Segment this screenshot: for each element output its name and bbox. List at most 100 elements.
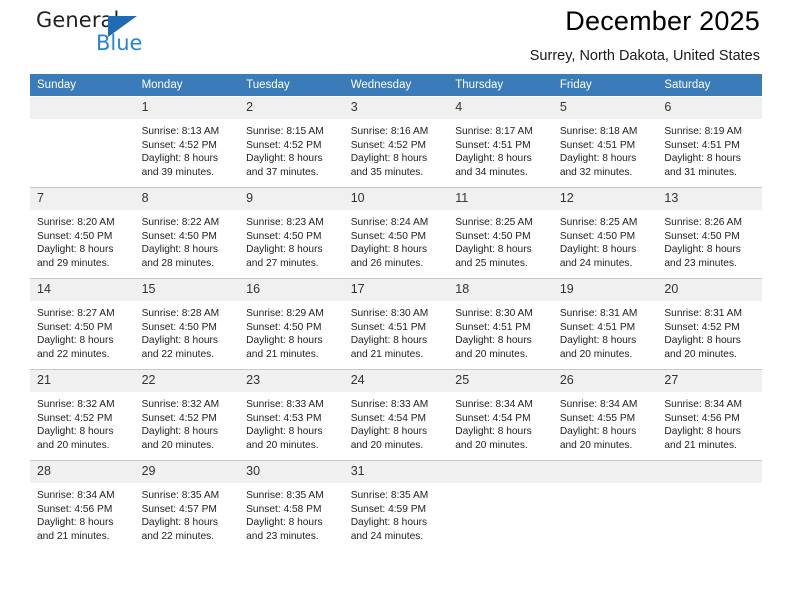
calendar-day-cell-inner: 8 Sunrise: 8:22 AM Sunset: 4:50 PM Daylight… [134, 188, 240, 278]
calendar-day-cell[interactable]: 26 Sunrise: 8:34 AM Sunset: 4:55 PM Dayligh… [552, 369, 658, 461]
calendar-day-cell[interactable]: 4 Sunrise: 8:17 AM Sunset: 4:51 PM Daylight… [448, 96, 553, 188]
page-subtitle: Surrey, North Dakota, United States [529, 48, 760, 64]
sunrise-text: Sunrise: 8:18 AM [559, 126, 638, 137]
calendar-day-cell[interactable]: 1 Sunrise: 8:13 AM Sunset: 4:52 PM Daylight… [134, 96, 240, 188]
calendar-day-cell-inner [657, 461, 762, 551]
calendar-day-cell-inner: 31 Sunrise: 8:35 AM Sunset: 4:59 PM Dayligh… [343, 461, 449, 551]
calendar-day-cell-inner: 14 Sunrise: 8:27 AM Sunset: 4:50 PM Dayligh… [30, 279, 135, 369]
calendar-day-cell[interactable]: 20 Sunrise: 8:31 AM Sunset: 4:52 PM Dayligh… [657, 278, 762, 370]
calendar-week-row: 28 Sunrise: 8:34 AM Sunset: 4:56 PM Dayligh… [30, 460, 762, 551]
daylight-text-line2: and 20 minutes. [141, 439, 215, 451]
daylight-text-line1: Daylight: 8 hours [141, 153, 219, 165]
calendar-day-cell[interactable]: 13 Sunrise: 8:26 AM Sunset: 4:50 PM Dayligh… [657, 187, 762, 279]
calendar-day-cell-inner: 27 Sunrise: 8:34 AM Sunset: 4:56 PM Dayligh… [657, 370, 762, 460]
calendar-day-details: Sunrise: 8:23 AM Sunset: 4:50 PM Daylight:… [239, 210, 344, 270]
calendar-day-cell-inner: 11 Sunrise: 8:25 AM Sunset: 4:50 PM Dayligh… [448, 188, 553, 278]
sunrise-text: Sunrise: 8:13 AM [141, 126, 220, 137]
sunrise-text: Sunrise: 8:19 AM [664, 126, 742, 137]
sunset-text: Sunset: 4:54 PM [350, 412, 427, 424]
calendar-body: 1 Sunrise: 8:13 AM Sunset: 4:52 PM Daylight… [30, 96, 762, 551]
calendar-day-number [30, 97, 135, 119]
calendar-day-cell[interactable]: 17 Sunrise: 8:30 AM Sunset: 4:51 PM Dayligh… [343, 278, 449, 370]
calendar-day-cell[interactable]: 18 Sunrise: 8:30 AM Sunset: 4:51 PM Dayligh… [448, 278, 553, 370]
calendar-day-cell[interactable]: 28 Sunrise: 8:34 AM Sunset: 4:56 PM Dayligh… [30, 460, 135, 551]
calendar-day-cell[interactable]: 14 Sunrise: 8:27 AM Sunset: 4:50 PM Dayligh… [30, 278, 135, 370]
calendar-day-cell[interactable]: 15 Sunrise: 8:28 AM Sunset: 4:50 PM Dayligh… [134, 278, 240, 370]
calendar-day-cell-inner: 18 Sunrise: 8:30 AM Sunset: 4:51 PM Dayligh… [448, 279, 553, 369]
sunset-text: Sunset: 4:50 PM [246, 230, 322, 242]
calendar-day-details: Sunrise: 8:13 AM Sunset: 4:52 PM Daylight:… [135, 119, 240, 179]
calendar-day-cell-inner: 5 Sunrise: 8:18 AM Sunset: 4:51 PM Daylight… [552, 97, 658, 187]
sunset-text: Sunset: 4:58 PM [246, 503, 322, 515]
calendar-day-number: 9 [239, 188, 344, 210]
calendar-day-cell[interactable]: 6 Sunrise: 8:19 AM Sunset: 4:51 PM Daylight… [657, 96, 762, 188]
calendar-day-cell-inner: 3 Sunrise: 8:16 AM Sunset: 4:52 PM Daylight… [343, 97, 449, 187]
sunset-text: Sunset: 4:50 PM [455, 230, 531, 242]
calendar-day-details: Sunrise: 8:24 AM Sunset: 4:50 PM Daylight:… [344, 210, 449, 270]
calendar-day-cell[interactable]: 8 Sunrise: 8:22 AM Sunset: 4:50 PM Daylight… [134, 187, 240, 279]
calendar-day-cell[interactable]: 29 Sunrise: 8:35 AM Sunset: 4:57 PM Dayligh… [134, 460, 240, 551]
sunrise-text: Sunrise: 8:20 AM [37, 217, 115, 228]
calendar-day-cell[interactable]: 22 Sunrise: 8:32 AM Sunset: 4:52 PM Dayligh… [134, 369, 240, 461]
sunrise-text: Sunrise: 8:35 AM [141, 490, 220, 501]
calendar-day-cell-inner [448, 461, 553, 551]
calendar-day-cell[interactable]: 21 Sunrise: 8:32 AM Sunset: 4:52 PM Dayligh… [30, 369, 135, 461]
calendar-day-cell[interactable]: 24 Sunrise: 8:33 AM Sunset: 4:54 PM Dayligh… [343, 369, 449, 461]
sunset-text: Sunset: 4:53 PM [246, 412, 322, 424]
calendar-day-cell[interactable]: 30 Sunrise: 8:35 AM Sunset: 4:58 PM Dayligh… [239, 460, 344, 551]
sunrise-text: Sunrise: 8:25 AM [559, 217, 638, 228]
calendar-day-cell[interactable]: 9 Sunrise: 8:23 AM Sunset: 4:50 PM Daylight… [239, 187, 344, 279]
sunset-text: Sunset: 4:52 PM [664, 321, 740, 333]
calendar-day-cell[interactable]: 3 Sunrise: 8:16 AM Sunset: 4:52 PM Daylight… [343, 96, 449, 188]
calendar-day-details: Sunrise: 8:25 AM Sunset: 4:50 PM Daylight:… [553, 210, 658, 270]
calendar-day-cell[interactable]: 5 Sunrise: 8:18 AM Sunset: 4:51 PM Daylight… [552, 96, 658, 188]
calendar-day-cell[interactable]: 31 Sunrise: 8:35 AM Sunset: 4:59 PM Dayligh… [343, 460, 449, 551]
daylight-text-line1: Daylight: 8 hours [559, 244, 637, 256]
calendar-day-cell[interactable]: 7 Sunrise: 8:20 AM Sunset: 4:50 PM Daylight… [30, 187, 135, 279]
calendar-day-number: 21 [30, 370, 135, 392]
daylight-text-line2: and 20 minutes. [350, 439, 424, 451]
daylight-text-line1: Daylight: 8 hours [559, 426, 637, 438]
calendar-day-cell[interactable]: 19 Sunrise: 8:31 AM Sunset: 4:51 PM Dayligh… [552, 278, 658, 370]
general-blue-logo[interactable]: General Blue [36, 8, 236, 64]
page-header: General Blue December 2025 Surrey, North… [30, 0, 762, 74]
calendar-day-cell[interactable]: 10 Sunrise: 8:24 AM Sunset: 4:50 PM Dayligh… [343, 187, 449, 279]
calendar-day-cell[interactable]: 2 Sunrise: 8:15 AM Sunset: 4:52 PM Daylight… [239, 96, 344, 188]
calendar-day-cell-inner: 25 Sunrise: 8:34 AM Sunset: 4:54 PM Dayligh… [448, 370, 553, 460]
calendar-day-cell-empty [30, 96, 135, 188]
weekday-header-tuesday: Tuesday [239, 74, 344, 97]
calendar-day-cell-inner: 19 Sunrise: 8:31 AM Sunset: 4:51 PM Dayligh… [552, 279, 658, 369]
daylight-text-line2: and 20 minutes. [37, 439, 110, 451]
calendar-day-details: Sunrise: 8:27 AM Sunset: 4:50 PM Daylight:… [30, 301, 135, 361]
sunset-text: Sunset: 4:57 PM [141, 503, 217, 515]
calendar-day-cell[interactable]: 25 Sunrise: 8:34 AM Sunset: 4:54 PM Dayligh… [448, 369, 553, 461]
calendar-day-cell-inner: 9 Sunrise: 8:23 AM Sunset: 4:50 PM Daylight… [239, 188, 344, 278]
weekday-header-saturday: Saturday [657, 74, 762, 97]
calendar-day-cell[interactable]: 12 Sunrise: 8:25 AM Sunset: 4:50 PM Dayligh… [552, 187, 658, 279]
sunset-text: Sunset: 4:50 PM [141, 321, 217, 333]
calendar-day-details: Sunrise: 8:35 AM Sunset: 4:59 PM Daylight:… [344, 483, 449, 543]
daylight-text-line2: and 32 minutes. [559, 166, 633, 178]
calendar-day-details: Sunrise: 8:19 AM Sunset: 4:51 PM Daylight:… [657, 119, 762, 179]
daylight-text-line2: and 21 minutes. [350, 348, 424, 360]
sunrise-text: Sunrise: 8:23 AM [246, 217, 324, 228]
calendar-day-cell[interactable]: 11 Sunrise: 8:25 AM Sunset: 4:50 PM Dayligh… [448, 187, 553, 279]
calendar-day-cell-inner [30, 97, 135, 187]
calendar-day-cell-inner: 22 Sunrise: 8:32 AM Sunset: 4:52 PM Dayligh… [134, 370, 240, 460]
calendar-day-cell[interactable]: 27 Sunrise: 8:34 AM Sunset: 4:56 PM Dayligh… [657, 369, 762, 461]
calendar-day-details: Sunrise: 8:35 AM Sunset: 4:58 PM Daylight:… [239, 483, 344, 543]
calendar-day-number: 16 [239, 279, 344, 301]
calendar-day-cell[interactable]: 16 Sunrise: 8:29 AM Sunset: 4:50 PM Dayligh… [239, 278, 344, 370]
calendar-day-details: Sunrise: 8:34 AM Sunset: 4:55 PM Daylight:… [553, 392, 658, 452]
calendar-day-number: 12 [552, 188, 658, 210]
calendar-day-details: Sunrise: 8:18 AM Sunset: 4:51 PM Daylight:… [553, 119, 658, 179]
calendar-day-cell[interactable]: 23 Sunrise: 8:33 AM Sunset: 4:53 PM Dayligh… [239, 369, 344, 461]
sunset-text: Sunset: 4:50 PM [246, 321, 322, 333]
calendar-day-number: 4 [448, 97, 553, 119]
sunrise-text: Sunrise: 8:17 AM [455, 126, 533, 137]
daylight-text-line1: Daylight: 8 hours [664, 153, 741, 165]
calendar-day-number: 27 [657, 370, 762, 392]
calendar-day-details: Sunrise: 8:33 AM Sunset: 4:54 PM Daylight:… [344, 392, 449, 452]
daylight-text-line1: Daylight: 8 hours [246, 517, 323, 529]
calendar-day-details: Sunrise: 8:34 AM Sunset: 4:56 PM Daylight:… [30, 483, 135, 543]
